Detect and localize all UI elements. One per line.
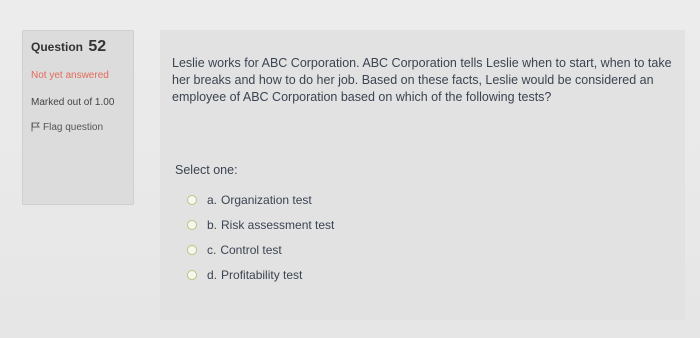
answer-option-c[interactable]: c. Control test [187,237,334,262]
radio-button[interactable] [187,194,197,205]
option-letter: d. [207,267,218,282]
flag-icon [31,122,40,132]
question-number: 52 [88,38,107,55]
radio-button[interactable] [187,269,197,280]
question-status: Not yet answered [31,70,109,81]
select-one-prompt: Select one: [175,163,238,177]
answer-option-b[interactable]: b. Risk assessment test [187,212,334,237]
question-info-panel: Question 52 Not yet answered Marked out … [22,30,134,205]
option-letter: c. [207,242,217,257]
answer-options: a. Organization test b. Risk assessment … [187,187,334,287]
option-label: Risk assessment test [221,217,335,232]
quiz-page: Question 52 Not yet answered Marked out … [0,0,700,338]
marked-out-of: Marked out of 1.00 [31,97,115,108]
question-label: Question [31,40,84,54]
radio-button[interactable] [187,244,197,255]
answer-option-d[interactable]: d. Profitability test [187,262,334,287]
option-label: Profitability test [221,267,303,282]
option-label: Organization test [221,192,312,207]
option-label: Control test [220,242,282,257]
option-letter: a. [207,192,218,207]
flag-question-link[interactable]: Flag question [31,121,125,134]
option-letter: b. [207,217,218,232]
question-number-heading: Question 52 [31,39,125,55]
flag-question-label: Flag question [43,122,104,133]
radio-button[interactable] [187,219,197,230]
question-text: Leslie works for ABC Corporation. ABC Co… [172,56,672,104]
answer-option-a[interactable]: a. Organization test [187,187,334,212]
